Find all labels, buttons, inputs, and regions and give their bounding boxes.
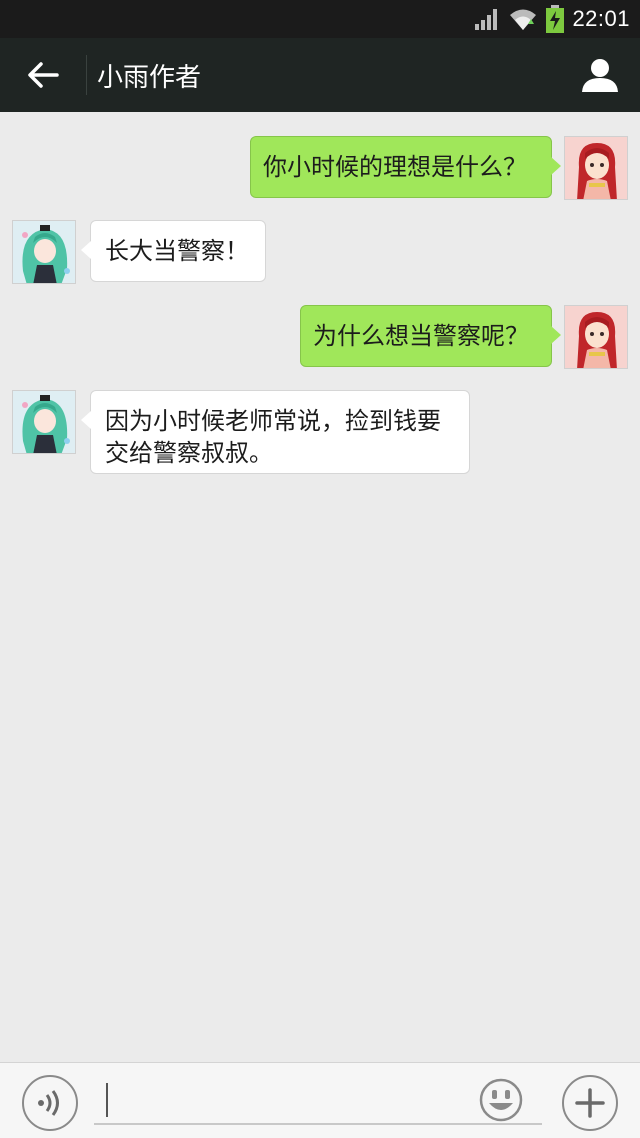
title-divider <box>86 55 87 95</box>
plus-button[interactable] <box>562 1075 618 1131</box>
avatar-me[interactable] <box>564 305 628 369</box>
message-text: 你小时候的理想是什么？ <box>263 153 527 181</box>
profile-button[interactable] <box>560 38 640 112</box>
sent-bubble[interactable]: 你小时候的理想是什么？ <box>250 136 561 198</box>
received-bubble[interactable]: 因为小时候老师常说，捡到钱要交给警察叔叔。 <box>81 390 470 474</box>
input-bar <box>0 1062 640 1138</box>
voice-button[interactable] <box>22 1075 78 1131</box>
avatar-contact[interactable] <box>12 220 76 284</box>
emoji-button[interactable] <box>478 1077 524 1123</box>
back-button[interactable] <box>0 38 86 112</box>
received-bubble[interactable]: 长大当警察！ <box>81 220 266 282</box>
title-bar: 小雨作者 <box>0 38 640 112</box>
voice-icon <box>38 1090 59 1116</box>
message-text: 为什么想当警察呢？ <box>313 322 529 350</box>
avatar-anime-image <box>13 221 75 283</box>
message-text: 长大当警察！ <box>105 237 249 265</box>
back-arrow-icon <box>28 62 59 88</box>
avatar-contact[interactable] <box>12 390 76 454</box>
avatar-girl-image <box>565 306 627 368</box>
status-time: 22:01 <box>572 6 630 31</box>
chat-title: 小雨作者 <box>97 62 202 93</box>
wifi-icon <box>510 9 537 30</box>
emoji-icon <box>479 1078 523 1122</box>
chat-area[interactable]: 你小时候的理想是什么？ 长大当警察！ 为什么想当警察呢？ 因为小时候老师常说，捡… <box>0 112 640 1062</box>
battery-icon <box>546 5 565 33</box>
signal-icon <box>475 9 498 30</box>
message-text: 因为小时候老师常说，捡到钱要交给警察叔叔。 <box>105 407 441 467</box>
text-cursor <box>106 1083 108 1117</box>
sent-bubble[interactable]: 为什么想当警察呢？ <box>300 305 561 367</box>
status-bar: 22:01 <box>0 0 640 38</box>
avatar-me[interactable] <box>564 136 628 200</box>
avatar-anime-image <box>13 391 75 453</box>
plus-icon <box>575 1088 605 1118</box>
message-input[interactable] <box>94 1077 542 1125</box>
profile-icon <box>582 59 618 92</box>
avatar-girl-image <box>565 137 627 199</box>
